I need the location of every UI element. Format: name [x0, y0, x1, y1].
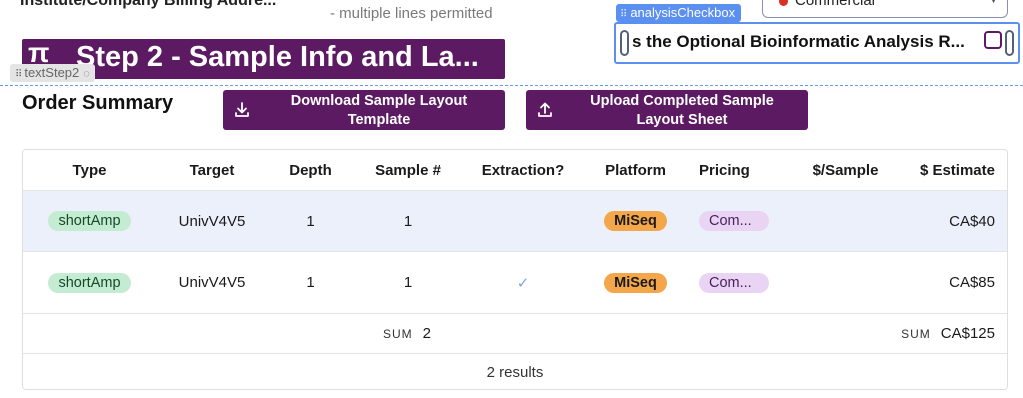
sample-sum: SUM 2 — [383, 314, 431, 353]
upload-icon — [538, 102, 552, 117]
status-dot-icon — [779, 0, 788, 6]
results-count: 2 results — [486, 364, 544, 381]
download-button-label: Download Sample Layout Template — [290, 93, 468, 128]
sample-count-cell: 1 — [403, 212, 413, 230]
per-sample-cell — [788, 191, 903, 251]
drag-handle-icon[interactable]: ⠿ — [620, 9, 627, 20]
resize-handle-left[interactable] — [620, 30, 629, 56]
estimate-sum-value: CA$125 — [940, 325, 995, 342]
column-header-target[interactable]: Target — [156, 150, 268, 190]
type-badge: shortAmp — [48, 211, 131, 231]
sum-label: SUM — [901, 326, 931, 341]
visibility-hidden-icon[interactable]: ◌ — [83, 68, 90, 80]
column-header-type[interactable]: Type — [23, 150, 156, 190]
analysis-checkbox-label: s the Optional Bioinformatic Analysis R.… — [632, 32, 965, 51]
depth-cell: 1 — [306, 212, 315, 230]
estimate-cell: CA$85 — [949, 274, 995, 291]
platform-badge: MiSeq — [604, 211, 667, 231]
sum-label: SUM — [383, 326, 413, 341]
resize-handle-right[interactable] — [1005, 30, 1014, 56]
text-step-tag[interactable]: ⠿ textStep2 ◌ — [10, 64, 95, 82]
order-summary-title: Order Summary — [22, 92, 174, 114]
upload-layout-button[interactable]: Upload Completed Sample Layout Sheet — [526, 90, 808, 130]
order-summary-table: Type Target Depth Sample # Extraction? P… — [22, 149, 1008, 390]
estimate-sum: SUM CA$125 — [901, 314, 995, 353]
table-row[interactable]: shortAmp UnivV4V5 1 1 ✓ MiSeq Com... CA$… — [23, 251, 1007, 313]
extraction-cell — [463, 191, 583, 251]
analysis-checkbox-field[interactable]: s the Optional Bioinformatic Analysis R.… — [614, 22, 1020, 64]
estimate-cell: CA$40 — [949, 212, 995, 230]
target-cell: UnivV4V5 — [178, 274, 246, 291]
step-title: Step 2 - Sample Info and La... — [76, 41, 479, 73]
sample-sum-value: 2 — [422, 325, 432, 342]
pricing-badge: Com... — [699, 272, 769, 293]
billing-address-label: Institute/Company Billing Addre... — [20, 0, 277, 9]
column-header-sample[interactable]: Sample # — [353, 150, 463, 190]
type-badge: shortAmp — [48, 272, 131, 293]
table-header-row: Type Target Depth Sample # Extraction? P… — [23, 150, 1007, 190]
checkmark-icon: ✓ — [516, 274, 530, 292]
column-header-platform[interactable]: Platform — [583, 150, 688, 190]
column-header-estimate[interactable]: $ Estimate — [903, 150, 1007, 190]
column-header-pricing[interactable]: Pricing — [688, 150, 788, 190]
column-header-depth[interactable]: Depth — [268, 150, 353, 190]
table-footer: 2 results — [23, 353, 1007, 389]
download-icon — [235, 102, 249, 117]
depth-cell: 1 — [306, 274, 315, 291]
analysis-checkbox[interactable] — [984, 31, 1002, 49]
organization-type-value: Commercial — [795, 0, 876, 9]
column-header-extraction[interactable]: Extraction? — [463, 150, 583, 190]
chevron-down-icon: ▼ — [988, 0, 999, 6]
pricing-badge: Com... — [699, 211, 769, 231]
per-sample-cell — [788, 252, 903, 313]
platform-badge: MiSeq — [604, 272, 667, 293]
table-row[interactable]: shortAmp UnivV4V5 1 1 MiSeq Com... CA$40 — [23, 190, 1007, 251]
column-header-per-sample[interactable]: $/Sample — [788, 150, 903, 190]
section-divider — [0, 85, 1023, 86]
table-summary-row: SUM 2 SUM CA$125 — [23, 313, 1007, 353]
analysis-checkbox-tag[interactable]: ⠿ analysisCheckbox — [616, 4, 742, 22]
drag-handle-icon[interactable]: ⠿ — [15, 69, 22, 80]
multiline-hint: - multiple lines permitted — [330, 5, 493, 22]
organization-type-select[interactable]: Commercial ▼ — [762, 0, 1008, 18]
target-cell: UnivV4V5 — [178, 212, 246, 230]
download-template-button[interactable]: Download Sample Layout Template — [223, 90, 505, 130]
sample-count-cell: 1 — [403, 274, 413, 291]
upload-button-label: Upload Completed Sample Layout Sheet — [590, 93, 774, 128]
